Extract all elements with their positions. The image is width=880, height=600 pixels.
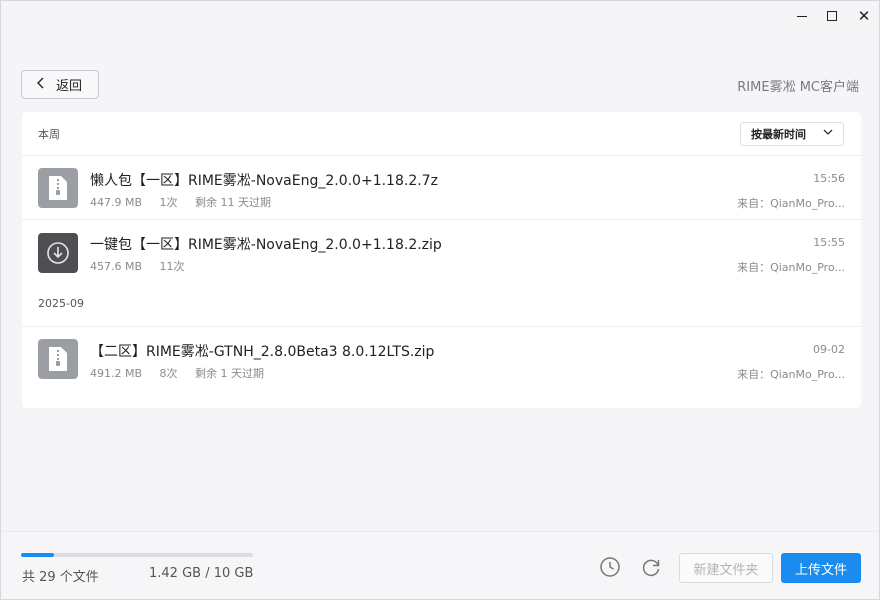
refresh-button[interactable] [639, 555, 663, 579]
footer-bar: 共 29 个文件 1.42 GB / 10 GB 新建文件夹 上传文件 [1, 531, 879, 599]
close-button[interactable]: ✕ [847, 1, 880, 31]
file-size: 491.2 MB [90, 367, 143, 380]
sort-dropdown[interactable]: 按最新时间 [740, 122, 844, 146]
file-row[interactable]: 一键包【一区】RIME雾凇-NovaEng_2.0.0+1.18.2.zip 4… [22, 220, 861, 284]
sort-dropdown-label: 按最新时间 [751, 128, 806, 141]
file-time: 15:56 [813, 172, 845, 185]
refresh-icon [642, 559, 660, 577]
file-row[interactable]: 懒人包【一区】RIME雾凇-NovaEng_2.0.0+1.18.2.7z 44… [22, 155, 861, 219]
close-icon: ✕ [857, 6, 871, 25]
download-icon [38, 233, 78, 273]
file-row[interactable]: 【二区】RIME雾凇-GTNH_2.8.0Beta3 8.0.12LTS.zip… [22, 326, 861, 390]
file-source: 来自：QianMo_Pro... [737, 368, 845, 381]
file-name: 懒人包【一区】RIME雾凇-NovaEng_2.0.0+1.18.2.7z [90, 173, 438, 189]
group-label-month: 2025-09 [38, 297, 84, 310]
maximize-button[interactable] [815, 1, 849, 31]
file-size: 447.9 MB [90, 196, 143, 209]
storage-progress-bar [21, 553, 253, 557]
storage-progress-fill [21, 553, 54, 557]
minimize-button[interactable] [785, 1, 819, 31]
chevron-down-icon [823, 127, 833, 140]
file-expiry: 剩余 1 天过期 [195, 367, 265, 380]
zip-file-icon [38, 339, 78, 379]
zip-file-icon [38, 168, 78, 208]
file-size: 457.6 MB [90, 260, 143, 273]
new-folder-button[interactable]: 新建文件夹 [679, 553, 773, 583]
storage-used: 1.42 GB / 10 GB [149, 566, 254, 581]
file-downloads: 1次 [159, 196, 178, 209]
back-button-label: 返回 [56, 79, 83, 94]
upload-button[interactable]: 上传文件 [781, 553, 861, 583]
file-downloads: 8次 [159, 367, 178, 380]
back-button[interactable]: 返回 [21, 70, 99, 99]
history-button[interactable] [598, 555, 622, 579]
file-source: 来自：QianMo_Pro... [737, 197, 845, 210]
file-meta: 447.9 MB 1次 剩余 11 天过期 [90, 194, 285, 210]
file-time: 15:55 [813, 236, 845, 249]
file-meta: 491.2 MB 8次 剩余 1 天过期 [90, 365, 278, 381]
app-window: ✕ 返回 RIME雾凇 MC客户端 本周 按最新时间 懒人包【一区】RIME雾凇… [0, 0, 880, 600]
file-name: 【二区】RIME雾凇-GTNH_2.8.0Beta3 8.0.12LTS.zip [90, 344, 435, 360]
group-label-this-week: 本周 [38, 128, 60, 141]
file-name: 一键包【一区】RIME雾凇-NovaEng_2.0.0+1.18.2.zip [90, 237, 442, 253]
chevron-left-icon [36, 77, 50, 93]
app-title: RIME雾凇 MC客户端 [737, 80, 859, 95]
file-expiry: 剩余 11 天过期 [195, 196, 272, 209]
file-time: 09-02 [813, 343, 845, 356]
file-list-card: 本周 按最新时间 懒人包【一区】RIME雾凇-NovaEng_2.0.0+1.1… [22, 112, 861, 408]
file-meta: 457.6 MB 11次 [90, 258, 199, 274]
file-downloads: 11次 [159, 260, 185, 273]
maximize-icon [827, 11, 837, 21]
file-source: 来自：QianMo_Pro... [737, 261, 845, 274]
title-bar: ✕ [1, 1, 879, 47]
file-count: 共 29 个文件 [22, 570, 99, 585]
clock-icon [600, 557, 620, 577]
minimize-icon [797, 15, 807, 17]
